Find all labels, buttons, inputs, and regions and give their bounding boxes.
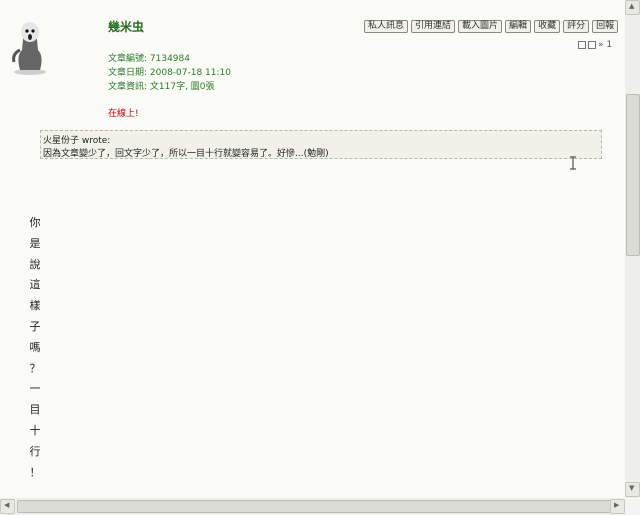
post-nav: » 1 [578, 40, 612, 50]
vertical-scrollbar[interactable]: ▲ ▼ [625, 0, 640, 498]
expand-icon[interactable] [578, 41, 586, 49]
body-char: 行 [29, 444, 41, 458]
post-body-vertical: 你是說這樣子嗎 ？ 一目十行 ！ [28, 214, 42, 484]
post-date: 文章日期: 2008-07-18 11:10 [108, 68, 231, 78]
quote-link-button[interactable]: 引用連結 [411, 20, 456, 33]
quote-text: 因為文章變少了，回文字少了，所以一目十行就變容易了。好慘...(勉剛) [43, 149, 329, 159]
quote-header: 火星份子 wrote: [43, 136, 111, 146]
left-arrow-icon: ◀ [4, 501, 10, 509]
author-name[interactable]: 幾米虫 [108, 18, 144, 35]
load-images-button[interactable]: 載入圖片 [458, 20, 503, 33]
window-icon[interactable] [588, 41, 596, 49]
page-indicator[interactable]: » 1 [598, 40, 612, 50]
up-arrow-icon: ▲ [629, 2, 635, 10]
body-char: 十 [29, 423, 41, 437]
scroll-up-button[interactable]: ▲ [625, 0, 640, 15]
horizontal-scroll-thumb[interactable] [17, 500, 615, 513]
online-status: 在線上! [108, 109, 139, 119]
body-char: 這 [29, 278, 41, 292]
body-char: 你 [29, 216, 41, 229]
text-cursor-icon [570, 156, 576, 170]
post-action-bar: 私人訊息 引用連結 載入圖片 編輯 收藏 評分 回報 [364, 20, 619, 33]
edit-button[interactable]: 編輯 [505, 20, 532, 33]
body-char: 子 [29, 319, 41, 333]
report-button[interactable]: 回報 [592, 20, 619, 33]
quote-block: 火星份子 wrote: 因為文章變少了，回文字少了，所以一目十行就變容易了。好慘… [40, 130, 602, 159]
body-char: 嗎 [29, 340, 41, 354]
down-arrow-icon: ▼ [629, 484, 635, 492]
post-panel: 幾米虫 私人訊息 引用連結 載入圖片 編輯 收藏 評分 回報 » 1 文章編號:… [0, 0, 625, 498]
body-char: 說 [29, 257, 41, 271]
scroll-right-button[interactable]: ▶ [610, 499, 625, 514]
post-id: 文章編號: 7134984 [108, 54, 190, 64]
right-arrow-icon: ▶ [614, 501, 620, 509]
body-char: ！ [29, 465, 41, 479]
private-message-button[interactable]: 私人訊息 [364, 20, 409, 33]
post-info: 文章資訊: 文117字, 圖0張 [108, 82, 215, 92]
user-avatar[interactable] [10, 20, 52, 76]
scroll-left-button[interactable]: ◀ [0, 499, 15, 514]
scroll-down-button[interactable]: ▼ [625, 482, 640, 497]
body-char: 一 [29, 382, 41, 396]
body-char: 是 [29, 236, 41, 250]
rate-button[interactable]: 評分 [563, 20, 590, 33]
horizontal-scrollbar[interactable]: ◀ ▶ [0, 498, 625, 515]
vertical-scroll-thumb[interactable] [626, 94, 640, 256]
favorite-button[interactable]: 收藏 [534, 20, 561, 33]
body-char: 目 [29, 403, 41, 417]
body-char: 樣 [29, 299, 41, 313]
body-char: ？ [29, 361, 41, 375]
